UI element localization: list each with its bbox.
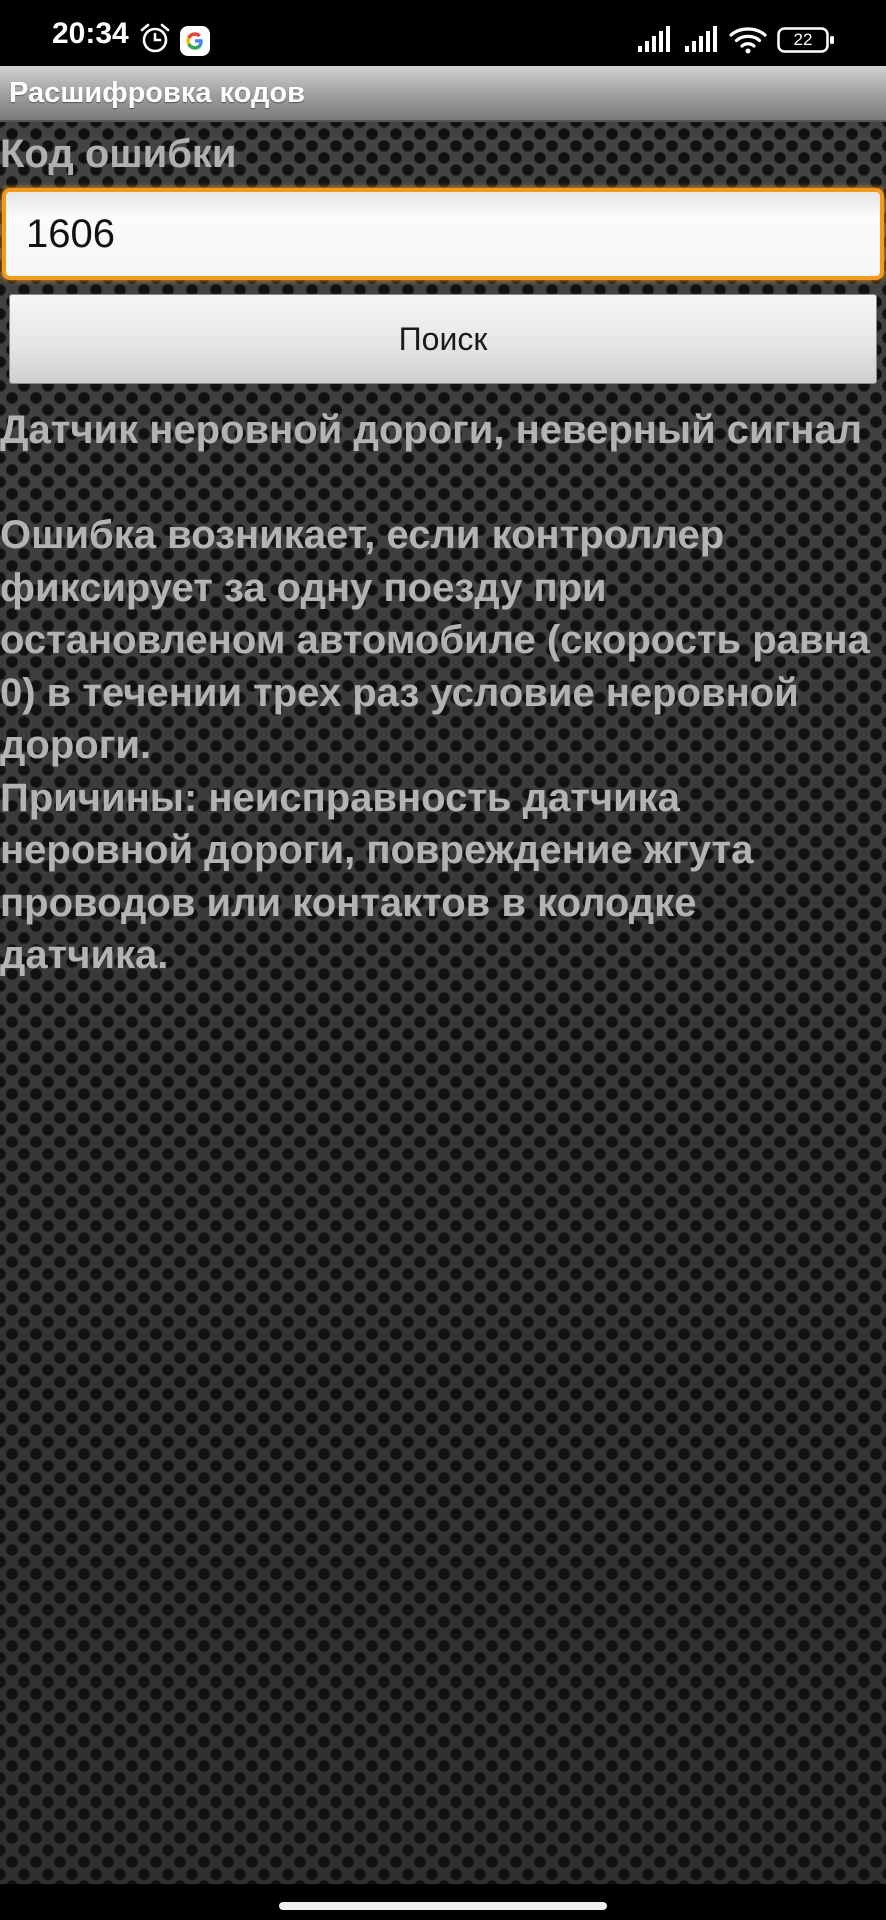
- wifi-icon: [729, 26, 767, 54]
- app-title: Расшифровка кодов: [9, 77, 305, 109]
- result-title: Датчик неровной дороги, неверный сигнал: [0, 408, 863, 452]
- search-button[interactable]: Поиск: [9, 294, 877, 384]
- result-spacer: [0, 457, 870, 510]
- signal-icon: [636, 26, 670, 54]
- google-icon: [180, 26, 210, 56]
- signal-icon: [683, 26, 717, 54]
- status-time: 20:34: [52, 17, 129, 50]
- error-code-input[interactable]: [2, 188, 884, 280]
- result-description: Ошибка возникает, если контроллер фиксир…: [0, 513, 870, 767]
- main-content: Код ошибки Поиск Датчик неровной дороги,…: [0, 122, 886, 1884]
- alarm-icon: [139, 22, 171, 54]
- action-bar: Расшифровка кодов: [0, 66, 886, 122]
- battery-level: 22: [793, 30, 813, 49]
- result-panel: Датчик неровной дороги, неверный сигнал …: [0, 404, 870, 982]
- result-causes: Причины: неисправность датчика неровной …: [0, 775, 754, 978]
- search-button-label: Поиск: [398, 320, 488, 357]
- error-code-label: Код ошибки: [0, 132, 237, 176]
- home-gesture-bar[interactable]: [279, 1902, 607, 1910]
- navigation-bar: [0, 1884, 886, 1920]
- status-bar: 20:34 22: [0, 0, 886, 66]
